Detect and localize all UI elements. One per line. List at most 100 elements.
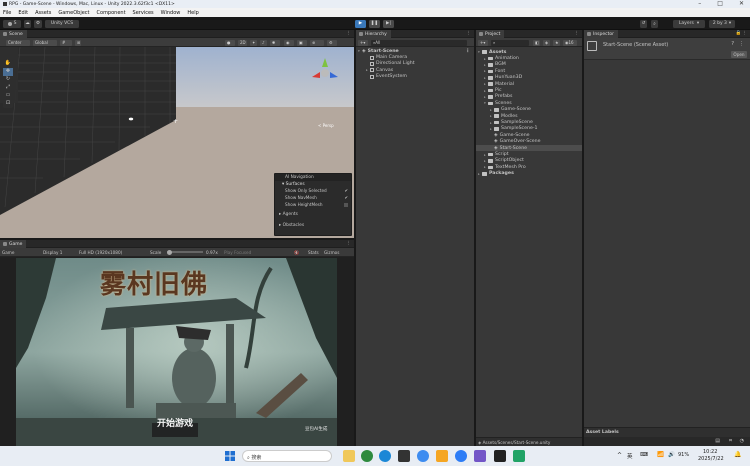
favorite-icon[interactable]: ★ [553, 39, 560, 46]
chat-app-icon[interactable] [513, 450, 525, 462]
app-icon[interactable] [417, 450, 429, 462]
close-icon[interactable]: ✕ [739, 0, 744, 7]
asset-labels-bar[interactable]: Asset Labels [584, 427, 750, 437]
wifi-icon[interactable]: 📶 [657, 452, 664, 458]
maximize-icon[interactable]: □ [717, 0, 723, 7]
search-icon[interactable]: ⌕ [651, 19, 658, 28]
rect-tool-icon[interactable]: ▭ [3, 92, 13, 100]
menu-gameobject[interactable]: GameObject [58, 10, 89, 16]
menu-component[interactable]: Component [97, 10, 126, 16]
undo-history-icon[interactable]: ↺ [640, 19, 647, 28]
overlay-option[interactable]: Show Only Selected ✔ [275, 187, 351, 194]
mode-2d-toggle[interactable]: 2D [238, 39, 247, 46]
tab-menu-icon[interactable]: ⋮ [575, 31, 580, 36]
browser-icon[interactable] [455, 450, 467, 462]
resolution-dropdown[interactable]: Full HD (1920x1080) [79, 250, 122, 255]
cloud-icon[interactable]: ☁ [24, 19, 31, 28]
checkbox[interactable]: ✔ [344, 194, 348, 201]
transform-tool-icon[interactable]: ⊡ [3, 100, 13, 108]
grid-snap-icon[interactable]: # [60, 39, 72, 46]
scale-tool-icon[interactable]: ⤢ [3, 84, 13, 92]
add-icon[interactable]: +▾ [358, 39, 368, 46]
unity-hub-icon[interactable] [398, 450, 410, 462]
overlay-option[interactable]: Show NavMesh ✔ [275, 194, 351, 201]
camera-settings-icon[interactable]: ▣ [297, 39, 307, 46]
tab-game[interactable]: Game [0, 240, 27, 248]
step-button[interactable]: ▶| [383, 19, 394, 28]
tab-inspector[interactable]: Inspector [584, 30, 618, 38]
scene-options-icon[interactable]: ⚙ [327, 39, 337, 46]
notification-icon[interactable]: 🔔 [734, 451, 741, 458]
layers-dropdown[interactable]: Layers ▾ [673, 19, 705, 28]
space-dropdown[interactable]: Global [33, 39, 57, 46]
network-icon[interactable]: ⌗ [729, 438, 732, 444]
play-focused-dropdown[interactable]: Play Focused [224, 250, 251, 255]
menu-assets[interactable]: Assets [35, 10, 51, 16]
code-editor-icon[interactable] [474, 450, 486, 462]
edge-icon[interactable] [379, 450, 391, 462]
shading-mode-icon[interactable]: ● [225, 39, 235, 46]
pivot-dropdown[interactable]: Center [6, 39, 30, 46]
slider-handle[interactable] [167, 249, 172, 255]
menu-edit[interactable]: Edit [18, 10, 28, 16]
tab-menu-icon[interactable]: ⋮ [347, 241, 352, 246]
move-tool-icon[interactable]: ✥ [3, 68, 13, 76]
hidden-count-badge[interactable]: ◉ 16 [563, 39, 577, 46]
menu-file[interactable]: File [3, 10, 11, 16]
checkbox[interactable]: ✔ [344, 187, 348, 194]
hierarchy-search-input[interactable]: ⌕ All [371, 39, 467, 46]
checkbox[interactable] [344, 202, 348, 207]
game-mode-dropdown[interactable]: Game [2, 250, 14, 255]
obstacles-heading[interactable]: ▸ Obstacles [275, 217, 351, 228]
hierarchy-item[interactable]: EventSystem [356, 74, 474, 80]
menu-window[interactable]: Window [161, 10, 181, 16]
effects-icon[interactable]: ✺ [270, 39, 280, 46]
lighting-icon[interactable]: ✦ [250, 39, 257, 46]
tab-menu-icon[interactable]: ⋮ [467, 31, 472, 36]
menu-services[interactable]: Services [133, 10, 154, 16]
overlay-option[interactable]: Show HeightMesh [275, 201, 351, 208]
project-search-input[interactable]: ⌕ [491, 39, 529, 46]
taskbar-search-input[interactable]: ⌕ 搜索 [242, 450, 332, 462]
more-icon[interactable]: ⋮ [465, 49, 470, 54]
clock-time[interactable]: 10:22 [703, 449, 717, 455]
agents-heading[interactable]: ▸ Agents [275, 208, 351, 217]
menu-help[interactable]: Help [187, 10, 198, 16]
tab-hierarchy[interactable]: Hierarchy [356, 30, 391, 38]
unity-editor-icon[interactable] [494, 450, 506, 462]
open-button[interactable]: Open [731, 51, 747, 58]
chevron-up-icon[interactable]: ^ [617, 452, 622, 459]
layout-dropdown[interactable]: 2 by 3 ▾ [709, 19, 735, 28]
more-icon[interactable]: ⋮ [739, 41, 744, 47]
progress-icon[interactable]: ◔ [740, 438, 744, 444]
notes-icon[interactable] [436, 450, 448, 462]
settings-icon[interactable]: ⚙ [34, 19, 42, 28]
account-dropdown[interactable]: S [3, 19, 21, 28]
filter-type-icon[interactable]: ◧ [533, 39, 540, 46]
stats-button[interactable]: Stats [308, 250, 319, 255]
mute-icon[interactable]: 🔇 [294, 250, 299, 256]
add-icon[interactable]: +▾ [478, 39, 488, 46]
start-game-button[interactable]: 开始游戏 [157, 416, 193, 429]
rotate-tool-icon[interactable]: ↻ [3, 76, 13, 84]
minimize-icon[interactable]: – [698, 0, 701, 7]
persp-label[interactable]: < Persp [318, 123, 334, 128]
tab-scene[interactable]: Scene [0, 30, 27, 38]
start-icon[interactable] [224, 450, 236, 462]
filter-label-icon[interactable]: ◈ [543, 39, 550, 46]
display-dropdown[interactable]: Display 1 [43, 250, 62, 255]
play-button[interactable]: ▶ [355, 19, 366, 28]
gizmos-icon[interactable]: ⊕ [310, 39, 324, 46]
clock-date[interactable]: 2025/7/22 [698, 456, 724, 462]
volume-icon[interactable]: 🔊 [668, 452, 675, 458]
tab-menu-icon[interactable]: ⋮ [347, 31, 352, 36]
snap-increment-icon[interactable]: ⊞ [75, 39, 81, 46]
project-tree-item[interactable]: ▸ Packages [476, 171, 582, 177]
audio-icon[interactable]: ♪ [260, 39, 267, 46]
battery-level[interactable]: 91% [678, 452, 689, 458]
hand-tool-icon[interactable]: ✋ [3, 60, 13, 68]
console-icon[interactable]: ▤ [715, 438, 720, 444]
ime-mode-icon[interactable]: ⌨ [640, 452, 648, 458]
tab-menu-icon[interactable]: 🔒 ⋮ [735, 31, 747, 36]
scale-slider[interactable] [167, 249, 203, 255]
